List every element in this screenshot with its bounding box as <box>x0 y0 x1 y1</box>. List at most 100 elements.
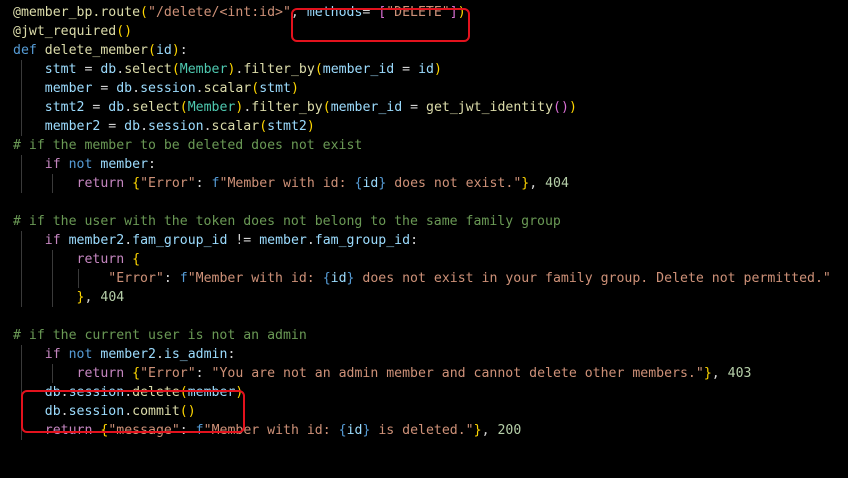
code-token: Member <box>187 100 236 115</box>
code-token: session <box>140 81 196 96</box>
code-token: is deleted." <box>370 423 474 438</box>
code-token: ) <box>433 62 442 77</box>
code-token: "Error" <box>140 176 196 191</box>
code-token: ( <box>148 43 156 58</box>
code-token: . <box>124 100 133 115</box>
code-token: stmt2 <box>267 119 307 134</box>
code-token: is_admin <box>163 347 228 362</box>
code-token: member2 <box>44 119 101 134</box>
code-token: db <box>124 119 141 134</box>
code-token: "You are not an admin member and cannot … <box>211 366 704 381</box>
code-token: : <box>410 233 419 248</box>
code-token: member_id <box>322 62 395 77</box>
code-token: } <box>703 366 712 381</box>
code-token: db <box>116 81 133 96</box>
code-token: stmt2 <box>44 100 85 115</box>
code-token: { <box>322 271 331 286</box>
code-line[interactable]: @jwt_required() <box>13 22 132 41</box>
methods-highlight-box <box>291 8 470 42</box>
code-token: : <box>163 271 180 286</box>
code-token: , <box>711 366 728 381</box>
code-token: { <box>132 366 141 381</box>
code-token: # if the user with the token does not be… <box>13 214 561 229</box>
code-line[interactable]: if member2.fam_group_id != member.fam_gr… <box>13 231 418 250</box>
code-line[interactable]: stmt2 = db.select(Member).filter_by(memb… <box>13 98 577 117</box>
code-token: : <box>195 366 212 381</box>
code-line[interactable]: def delete_member(id): <box>13 41 188 60</box>
code-token: filter_by <box>251 100 323 115</box>
code-token: . <box>195 81 204 96</box>
code-token: () <box>116 24 133 39</box>
code-line[interactable]: # if the current user is not an admin <box>13 326 307 345</box>
code-token: 200 <box>497 423 522 438</box>
code-token: scalar <box>203 81 252 96</box>
code-token: stmt <box>44 62 77 77</box>
code-line[interactable]: # if the member to be deleted does not e… <box>13 136 362 155</box>
code-line[interactable]: return {"Error": "You are not an admin m… <box>13 364 752 383</box>
code-token: # if the member to be deleted does not e… <box>13 138 363 153</box>
code-token: member2 <box>68 233 125 248</box>
code-token: = <box>92 81 117 96</box>
code-token: f <box>179 271 188 286</box>
code-line[interactable]: stmt = db.select(Member).filter_by(membe… <box>13 60 442 79</box>
code-token: get_jwt_identity <box>426 100 554 115</box>
code-token: ( <box>322 100 331 115</box>
code-token: select <box>124 62 172 77</box>
code-token: ( <box>259 119 268 134</box>
code-token: if <box>44 347 61 362</box>
code-token: = <box>402 100 426 115</box>
code-token: : <box>227 347 236 362</box>
session-ops-highlight-box <box>21 390 245 433</box>
code-token: member <box>100 157 149 172</box>
code-token: { <box>338 423 347 438</box>
code-token: fam_group_id <box>314 233 411 248</box>
code-line[interactable]: return { <box>13 250 141 269</box>
code-token: "Error" <box>108 271 164 286</box>
code-token: ( <box>314 62 323 77</box>
code-token: ( <box>140 5 148 20</box>
code-token: != <box>227 233 260 248</box>
code-token: = <box>394 62 419 77</box>
code-token: , <box>529 176 546 191</box>
code-line[interactable]: "Error": f"Member with id: {id} does not… <box>13 269 831 288</box>
code-token: member_id <box>330 100 403 115</box>
code-token: if <box>44 233 61 248</box>
code-token: 404 <box>100 290 125 305</box>
code-token: id <box>346 423 363 438</box>
code-line[interactable]: member = db.session.scalar(stmt) <box>13 79 299 98</box>
code-token: = <box>100 119 125 134</box>
code-line[interactable]: return {"Error": f"Member with id: {id} … <box>13 174 569 193</box>
code-token: . <box>140 119 149 134</box>
code-token: . <box>306 233 315 248</box>
code-line[interactable]: member2 = db.session.scalar(stmt2) <box>13 117 315 136</box>
code-token: stmt <box>259 81 291 96</box>
code-token: : <box>195 176 212 191</box>
code-token: . <box>116 62 125 77</box>
code-line[interactable]: }, 404 <box>13 288 125 307</box>
code-line[interactable]: if not member2.is_admin: <box>13 345 236 364</box>
code-token: ) <box>171 43 180 58</box>
code-token: { <box>132 252 141 267</box>
code-token: . <box>203 119 212 134</box>
code-token: db <box>108 100 125 115</box>
code-token: 403 <box>727 366 752 381</box>
code-line[interactable]: if not member: <box>13 155 156 174</box>
code-token: = <box>84 100 109 115</box>
code-token: : <box>179 43 188 58</box>
code-editor[interactable]: @member_bp.route("/delete/<int:id>", met… <box>0 0 848 478</box>
code-token: : <box>148 157 156 172</box>
code-token: if <box>44 157 61 172</box>
code-line[interactable]: # if the user with the token does not be… <box>13 212 561 231</box>
code-token: # if the current user is not an admin <box>13 328 307 343</box>
code-token: . <box>132 81 141 96</box>
code-token: ( <box>179 100 188 115</box>
